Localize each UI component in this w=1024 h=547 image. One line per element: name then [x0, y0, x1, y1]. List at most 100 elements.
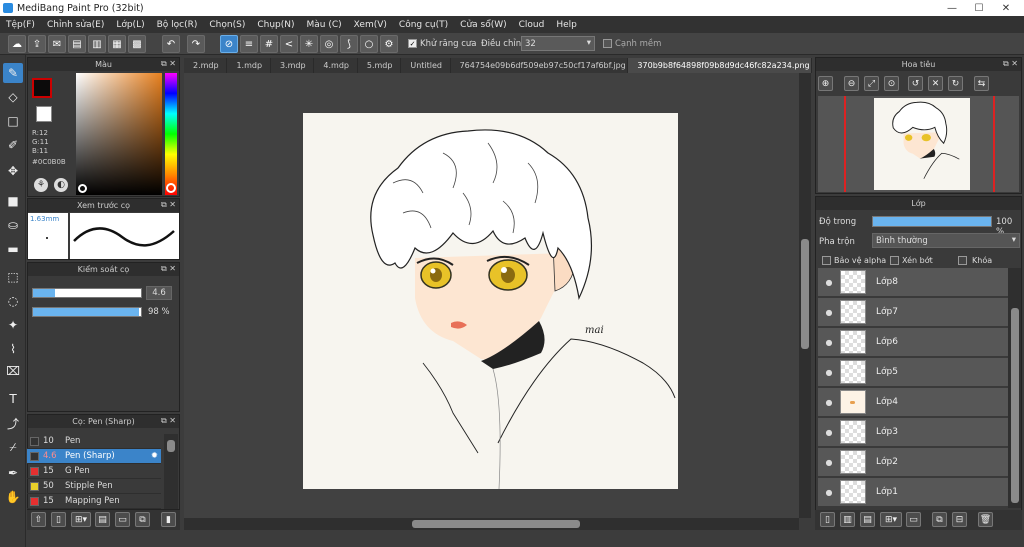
menu-select[interactable]: Chọn(S) — [203, 20, 251, 30]
brush-tool-icon[interactable]: ✎ — [3, 63, 23, 83]
hand-tool-icon[interactable]: ✋ — [3, 487, 23, 507]
text-tool-icon[interactable]: T — [3, 389, 23, 409]
add-layer-menu-icon[interactable]: ⊞▾ — [880, 512, 902, 527]
tab-jpg-file[interactable]: 764754e09b6df509eb97c50cf17af6bf.jpg — [451, 58, 629, 73]
rect-select-icon[interactable]: ⬚ — [3, 267, 23, 287]
layer-folder-icon[interactable]: ▭ — [906, 512, 921, 527]
eyedropper-tool-icon[interactable]: ⌿ — [3, 437, 23, 457]
new-8bit-layer-icon[interactable]: ▤ — [860, 512, 875, 527]
menu-snap[interactable]: Chụp(N) — [251, 20, 300, 30]
clipping-checkbox[interactable] — [890, 256, 899, 265]
visibility-eye-icon[interactable]: ● — [818, 398, 840, 407]
brush-size-slider[interactable] — [32, 288, 142, 298]
layer-row[interactable]: ● Lớp6 — [818, 328, 1008, 357]
operation-tool-icon[interactable]: ⤴ — [3, 413, 23, 433]
brush-opacity-slider[interactable] — [32, 307, 142, 317]
tab-1-mdp[interactable]: 1.mdp — [227, 58, 271, 73]
tab-untitled[interactable]: Untitled — [401, 58, 451, 73]
lasso-select-icon[interactable]: ◌ — [3, 291, 23, 311]
close-button[interactable]: ✕ — [993, 0, 1019, 16]
panel-close-icon[interactable]: ⧉ ✕ — [161, 200, 176, 210]
panel-close-icon[interactable]: ⧉ ✕ — [161, 59, 176, 69]
menu-filter[interactable]: Bộ lọc(R) — [151, 20, 204, 30]
redo-icon[interactable]: ↷ — [187, 35, 205, 53]
select-brush-icon[interactable]: ⌇ — [3, 339, 23, 359]
shape-tool-icon[interactable]: ■ — [3, 191, 23, 211]
new-brush-icon[interactable]: ▯ — [51, 512, 66, 527]
brush-list-scroll-thumb[interactable] — [167, 440, 175, 452]
layer-row[interactable]: ● Lớp4 — [818, 388, 1008, 417]
visibility-eye-icon[interactable]: ● — [818, 428, 840, 437]
layer-row[interactable]: ● Lớp2 — [818, 448, 1008, 477]
visibility-eye-icon[interactable]: ● — [818, 488, 840, 497]
brush-item[interactable]: 15 Mapping Pen — [27, 494, 161, 509]
tab-5-mdp[interactable]: 5.mdp — [358, 58, 402, 73]
comment-icon[interactable]: ✉ — [48, 35, 66, 53]
brush-list-scrollbar[interactable] — [164, 434, 178, 509]
tab-4-mdp[interactable]: 4.mdp — [314, 58, 358, 73]
duplicate-layer-icon[interactable]: ⧉ — [932, 512, 947, 527]
menu-help[interactable]: Help — [550, 20, 583, 30]
layer-list-scrollbar[interactable] — [1008, 268, 1021, 508]
new-layer-icon[interactable]: ▯ — [820, 512, 835, 527]
saturation-value-picker[interactable] — [76, 73, 162, 195]
vanish-snap-icon[interactable]: < — [280, 35, 298, 53]
canvas-horizontal-scroll-thumb[interactable] — [412, 520, 580, 528]
canvas-vertical-scrollbar[interactable] — [799, 73, 811, 518]
fill-tool-icon[interactable]: ⛀ — [3, 215, 23, 235]
rotate-left-icon[interactable]: ↺ — [908, 76, 923, 91]
panel-close-icon[interactable]: ⧉ ✕ — [161, 416, 176, 426]
soft-edge-checkbox[interactable] — [603, 39, 612, 48]
parallel-snap-icon[interactable]: ≡ — [240, 35, 258, 53]
brush-item[interactable]: 15 G Pen — [27, 464, 161, 479]
tab-3-mdp[interactable]: 3.mdp — [271, 58, 315, 73]
menu-cloud[interactable]: Cloud — [513, 20, 551, 30]
menu-tools[interactable]: Công cụ(T) — [393, 20, 454, 30]
select-eraser-icon[interactable]: ⌧ — [3, 361, 23, 381]
visibility-eye-icon[interactable]: ● — [818, 458, 840, 467]
merge-layer-icon[interactable]: ⊟ — [952, 512, 967, 527]
pen-tool-icon[interactable]: ✒ — [3, 463, 23, 483]
menu-color[interactable]: Màu (C) — [301, 20, 348, 30]
visibility-eye-icon[interactable]: ● — [818, 308, 840, 317]
circle-snap-icon[interactable]: ◎ — [320, 35, 338, 53]
menu-layer[interactable]: Lớp(L) — [110, 20, 150, 30]
menu-file[interactable]: Tệp(F) — [0, 20, 41, 30]
brush-properties-icon[interactable]: ▤ — [95, 512, 110, 527]
panel-close-icon[interactable]: ⧉ ✕ — [161, 264, 176, 274]
navigator-preview[interactable] — [818, 96, 1019, 192]
minimize-button[interactable]: — — [939, 0, 965, 16]
drawing-canvas[interactable]: mai — [303, 113, 678, 489]
delete-layer-icon[interactable]: 🗑 — [978, 512, 993, 527]
upload-brush-icon[interactable]: ⇧ — [31, 512, 46, 527]
menu-view[interactable]: Xem(V) — [348, 20, 393, 30]
brush-settings-gear-icon[interactable]: ✹ — [151, 451, 158, 461]
snap-off-icon[interactable]: ⊘ — [220, 35, 238, 53]
gradient-tool-icon[interactable]: ▬ — [3, 239, 23, 259]
brush-size-input[interactable]: 4.6 — [146, 286, 172, 300]
menu-edit[interactable]: Chỉnh sửa(E) — [41, 20, 110, 30]
visibility-eye-icon[interactable]: ● — [818, 368, 840, 377]
grid-icon[interactable]: ▩ — [128, 35, 146, 53]
visibility-eye-icon[interactable]: ● — [818, 278, 840, 287]
palette-icon[interactable]: ⚘ — [34, 178, 48, 192]
hue-slider[interactable] — [165, 73, 177, 195]
delete-brush-icon[interactable]: ▮ — [161, 512, 176, 527]
flip-horizontal-icon[interactable]: ⇆ — [974, 76, 989, 91]
lock-checkbox[interactable] — [958, 256, 967, 265]
ellipse-snap-icon[interactable]: ○ — [360, 35, 378, 53]
menu-window[interactable]: Cửa sổ(W) — [454, 20, 512, 30]
eraser-tool-icon[interactable]: ◇ — [3, 87, 23, 107]
move-tool-icon[interactable]: ✥ — [3, 161, 23, 181]
settings-icon[interactable]: ⚙ — [380, 35, 398, 53]
canvas-vertical-scroll-thumb[interactable] — [801, 239, 809, 349]
panel-close-icon[interactable]: ⧉ ✕ — [1003, 59, 1018, 69]
layer-row[interactable]: ● Lớp8 — [818, 268, 1008, 297]
radial-snap-icon[interactable]: ✳ — [300, 35, 318, 53]
tab-2-mdp[interactable]: 2.mdp — [184, 58, 228, 73]
hue-slider-handle[interactable] — [166, 183, 176, 193]
foreground-swatch[interactable] — [32, 78, 52, 98]
maximize-button[interactable]: ☐ — [966, 0, 992, 16]
layer-row[interactable]: ● Lớp1 — [818, 478, 1008, 507]
adjust-select[interactable]: 32 ▾ — [521, 36, 595, 51]
